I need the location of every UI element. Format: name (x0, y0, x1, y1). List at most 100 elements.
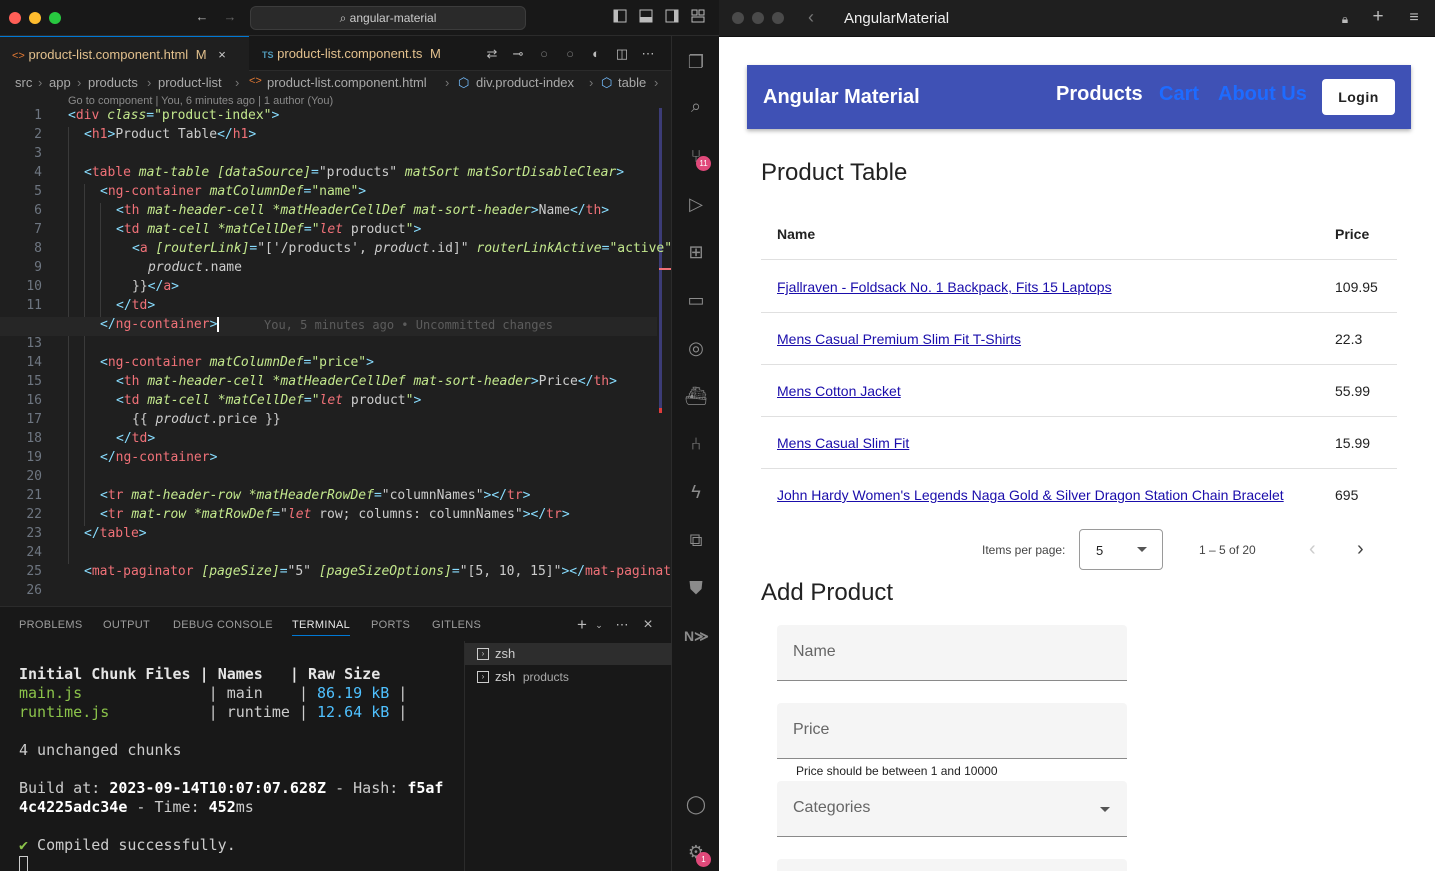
line-number: 1 (34, 108, 42, 123)
breadcrumb-item-table[interactable]: table (618, 75, 646, 90)
product-link[interactable]: Mens Casual Premium Slim Fit T-Shirts (777, 331, 1021, 347)
more-actions-icon[interactable]: ⋯ (614, 617, 630, 633)
price-field[interactable]: Price (777, 703, 1127, 759)
next-change-icon[interactable]: ○ (562, 46, 578, 62)
tab-product-list-html[interactable]: <> product-list.component.html M × (0, 36, 249, 71)
breadcrumb-item-div[interactable]: div.product-index (476, 75, 574, 90)
categories-select[interactable]: Categories (777, 781, 1127, 837)
tab-gitlens[interactable]: GITLENS (432, 619, 481, 631)
tab-terminal[interactable]: TERMINAL (292, 619, 351, 636)
terminal-cursor (19, 856, 28, 871)
back-arrow-icon[interactable]: ← (194, 9, 210, 25)
toggle-secondary-sidebar-icon[interactable] (664, 9, 680, 25)
menu-icon[interactable]: ≡ (1406, 10, 1422, 26)
explorer-icon[interactable]: ❐ (684, 50, 708, 74)
product-link[interactable]: Fjallraven - Foldsack No. 1 Backpack, Fi… (777, 279, 1112, 295)
scm-badge: 11 (696, 156, 711, 171)
page-size-select[interactable]: 5 (1079, 529, 1163, 570)
app-brand[interactable]: Angular Material (763, 86, 920, 109)
breadcrumb-item-product-list[interactable]: product-list (158, 75, 222, 90)
nav-link-products[interactable]: Products (1056, 83, 1143, 106)
git-graph-icon[interactable]: ⑃ (684, 432, 708, 456)
back-icon[interactable]: ‹ (803, 8, 819, 26)
nx-console-icon[interactable]: N≫ (684, 624, 709, 648)
new-terminal-icon[interactable]: + (574, 616, 590, 633)
terminal-output[interactable]: Initial Chunk Files | Names | Raw Size ma… (19, 665, 443, 871)
code-editor[interactable]: 1234567891011121314151617181920212223242… (0, 108, 671, 605)
column-header-name[interactable]: Name (777, 226, 815, 242)
codelens[interactable]: Go to component | You, 6 minutes ago | 1… (68, 95, 333, 107)
line-number: 10 (26, 279, 42, 294)
terminal-build-line: 4c4225adc34e - Time: 452ms (19, 798, 254, 816)
lightning-icon[interactable]: ϟ (684, 480, 708, 504)
nav-link-about-us[interactable]: About Us (1218, 83, 1307, 106)
tab-problems[interactable]: PROBLEMS (19, 619, 83, 631)
gitlens-icon[interactable]: ◎ (684, 336, 708, 360)
terminal-success-line: ✔ Compiled successfully. (19, 836, 236, 854)
close-window-button[interactable] (9, 12, 21, 24)
customize-layout-icon[interactable] (690, 9, 706, 25)
chevron-down-icon[interactable]: ⌄ (591, 617, 607, 633)
docker-icon[interactable]: ⛴ (684, 384, 708, 408)
login-button[interactable]: Login (1322, 79, 1395, 115)
gitlens-icon[interactable]: ◐ (588, 46, 604, 62)
remote-explorer-icon[interactable]: ▭ (684, 288, 708, 312)
tab-debug-console[interactable]: DEBUG CONSOLE (173, 619, 273, 631)
lock-icon[interactable]: 🔒︎ (1337, 11, 1353, 27)
table-header-row (761, 208, 1397, 260)
previous-change-icon[interactable]: ○ (536, 46, 552, 62)
run-debug-icon[interactable]: ▷ (684, 192, 708, 216)
split-editor-icon[interactable]: ◫ (614, 46, 630, 62)
name-field[interactable]: Name (777, 625, 1127, 681)
toggle-panel-icon[interactable] (638, 9, 654, 25)
product-link[interactable]: Mens Cotton Jacket (777, 383, 901, 399)
zoom-window-button[interactable] (49, 12, 61, 24)
previous-page-icon[interactable]: ‹ (1309, 538, 1316, 561)
close-panel-icon[interactable]: × (640, 617, 656, 633)
account-icon[interactable]: ◯ (684, 792, 708, 816)
shield-icon[interactable]: ⛊ (684, 576, 708, 600)
breadcrumb-item-src[interactable]: src (15, 75, 32, 90)
line-number: 16 (26, 393, 42, 408)
minimize-window-button[interactable] (29, 12, 41, 24)
terminal-item[interactable]: › zsh (465, 643, 672, 665)
code-line: </ng-container> (100, 317, 220, 332)
breadcrumb-item-file[interactable]: product-list.component.html (267, 75, 427, 90)
compare-changes-icon[interactable]: ⇄ (484, 46, 500, 62)
close-window-button[interactable] (732, 12, 744, 24)
minimize-window-button[interactable] (752, 12, 764, 24)
browser-titlebar: ‹ AngularMaterial 🔒︎ + ≡ (719, 0, 1435, 37)
code-line: <div class="product-index"> (68, 108, 280, 123)
terminal-item[interactable]: › zsh products (465, 666, 672, 688)
price-hint: Price should be between 1 and 10000 (796, 764, 998, 778)
command-center-search[interactable]: ⌕ angular-material (250, 6, 526, 30)
next-page-icon[interactable]: › (1357, 538, 1364, 561)
breadcrumb: src › app › products › product-list › <>… (0, 72, 671, 94)
new-tab-icon[interactable]: + (1370, 7, 1386, 26)
column-header-price[interactable]: Price (1335, 226, 1369, 242)
product-price: 22.3 (1335, 331, 1363, 347)
product-link[interactable]: Mens Casual Slim Fit (777, 435, 909, 451)
git-commit-icon[interactable]: ⊸ (510, 46, 526, 62)
connections-icon[interactable]: ⧉ (684, 528, 708, 552)
extensions-icon[interactable]: ⊞ (684, 240, 708, 264)
vscode-titlebar: ← → ⌕ angular-material (0, 0, 719, 36)
more-actions-icon[interactable]: ⋯ (640, 46, 656, 62)
terminal-item-cwd: products (522, 670, 569, 684)
nav-link-cart[interactable]: Cart (1159, 83, 1199, 106)
search-icon[interactable]: ⌕ (684, 94, 708, 118)
product-price: 109.95 (1335, 279, 1378, 295)
zoom-window-button[interactable] (772, 12, 784, 24)
tab-ports[interactable]: PORTS (371, 619, 410, 631)
tab-product-list-ts[interactable]: TS product-list.component.ts M (250, 36, 470, 71)
product-link[interactable]: John Hardy Women's Legends Naga Gold & S… (777, 487, 1284, 503)
breadcrumb-item-products[interactable]: products (88, 75, 138, 90)
toggle-sidebar-icon[interactable] (612, 9, 628, 25)
close-icon[interactable]: × (218, 47, 226, 62)
breadcrumb-item-app[interactable]: app (49, 75, 71, 90)
tab-output[interactable]: OUTPUT (103, 619, 150, 631)
name-field-label: Name (793, 643, 836, 660)
code-line: <h1>Product Table</h1> (84, 127, 257, 142)
next-field[interactable] (777, 859, 1127, 871)
forward-arrow-icon[interactable]: → (222, 9, 238, 25)
